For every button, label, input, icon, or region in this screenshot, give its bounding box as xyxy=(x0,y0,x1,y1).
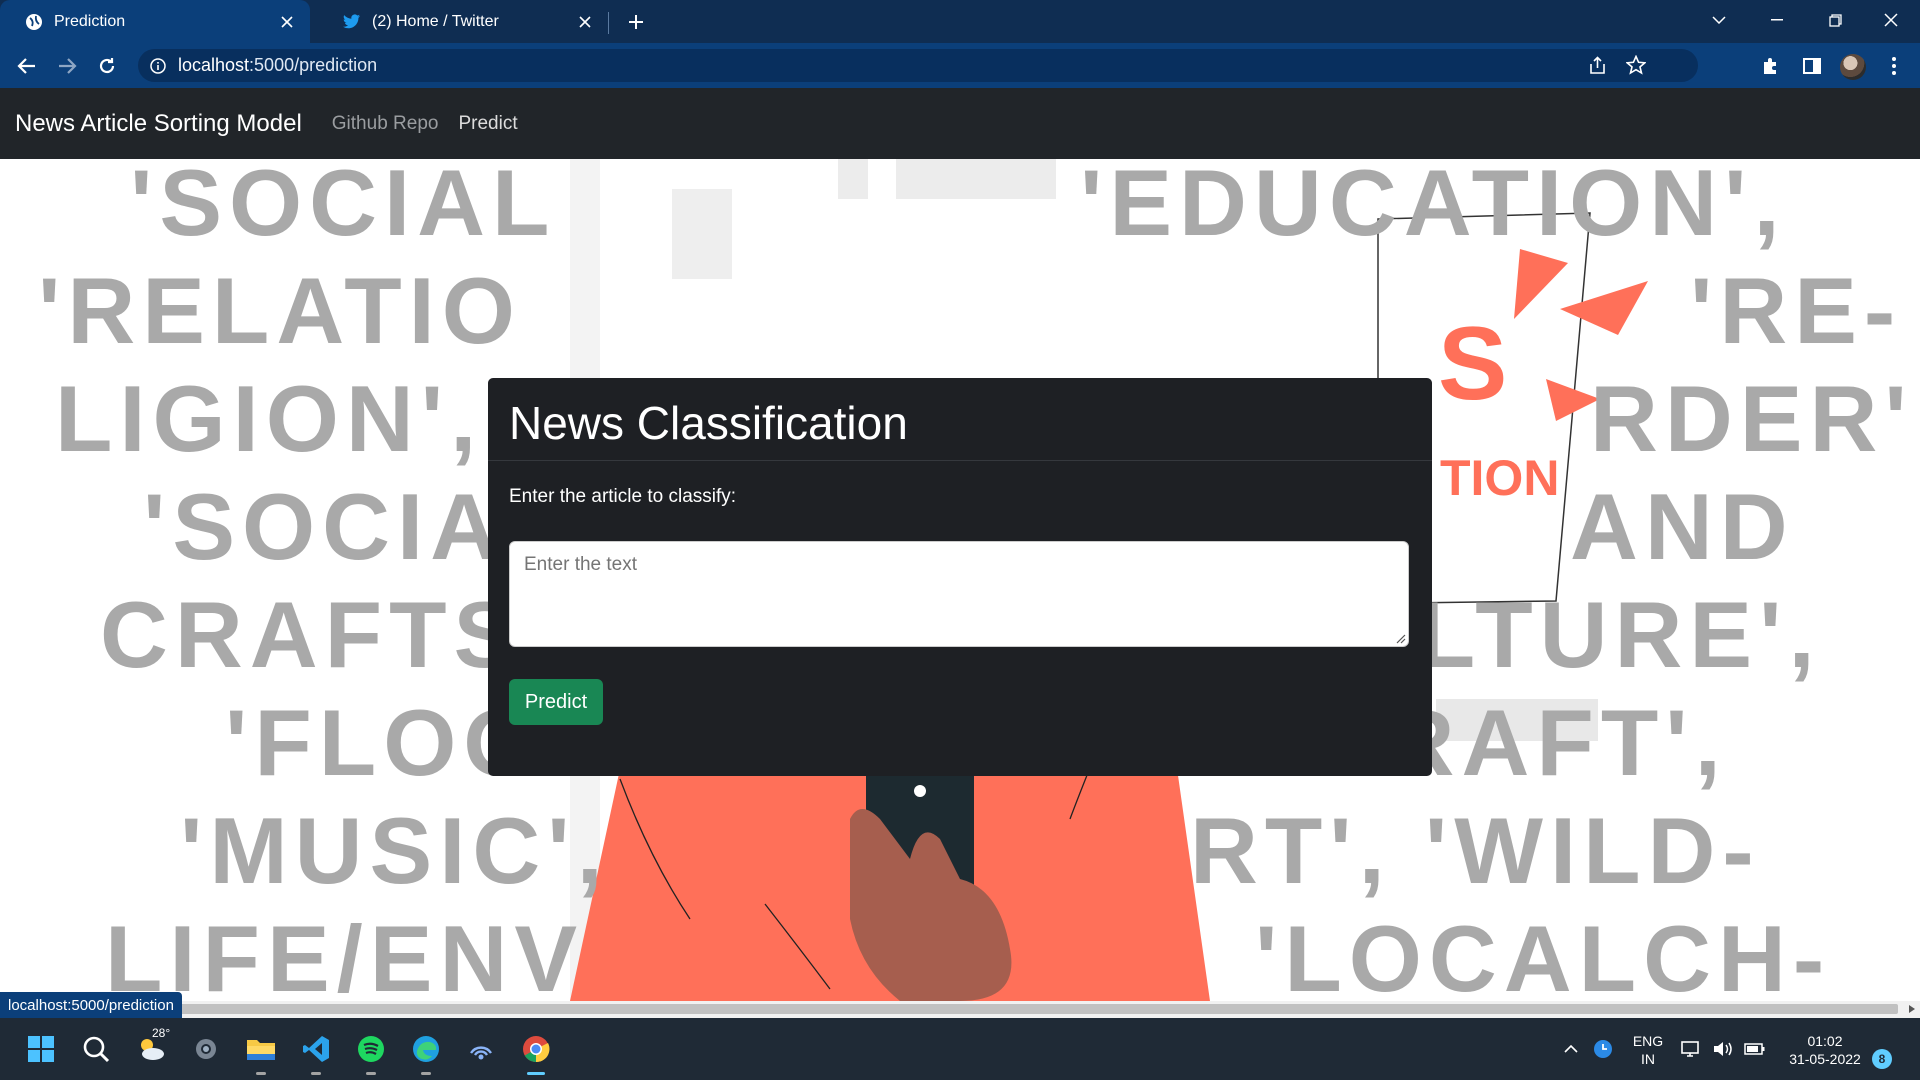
bg-word: 'MUSIC', xyxy=(180,798,610,903)
classification-card: News Classification Enter the article to… xyxy=(488,378,1432,776)
bg-word: 'RELATIO xyxy=(38,258,522,363)
bg-word: RT', 'WILD- xyxy=(1190,798,1761,903)
tab-title: (2) Home / Twitter xyxy=(372,12,499,30)
tab-prediction[interactable]: Prediction xyxy=(0,0,310,43)
extensions-puzzle-icon[interactable] xyxy=(1756,51,1786,81)
windows-taskbar: 28° ENG IN 01:02 31-05-2022 8 xyxy=(0,1018,1920,1080)
tab-search-chevron-icon[interactable] xyxy=(1690,0,1748,40)
article-input-label: Enter the article to classify: xyxy=(509,486,737,507)
browser-toolbar: localhost:5000/prediction xyxy=(0,43,1920,88)
bg-word: LIFE/ENV xyxy=(105,906,585,1001)
predict-button[interactable]: Predict xyxy=(509,679,603,725)
wireless-display-icon[interactable] xyxy=(463,1031,499,1067)
back-arrow-icon[interactable] xyxy=(12,51,42,81)
site-info-icon[interactable] xyxy=(148,56,168,76)
tab-twitter[interactable]: (2) Home / Twitter xyxy=(318,0,608,43)
illustration-news-text: TION xyxy=(1440,450,1560,506)
running-indicator xyxy=(366,1072,376,1075)
link-status-bubble: localhost:5000/prediction xyxy=(0,992,182,1018)
vscode-icon[interactable] xyxy=(298,1031,334,1067)
article-textarea[interactable] xyxy=(509,541,1409,647)
running-indicator xyxy=(421,1072,431,1075)
nav-link-predict[interactable]: Predict xyxy=(458,113,517,135)
volume-icon[interactable] xyxy=(1708,1031,1738,1067)
browser-tab-strip: Prediction (2) Home / Twitter xyxy=(0,0,1920,43)
share-icon[interactable] xyxy=(1588,56,1608,76)
illustration-news-text: S xyxy=(1438,306,1508,422)
running-indicator xyxy=(311,1072,321,1075)
forward-arrow-icon[interactable] xyxy=(52,51,82,81)
url-text[interactable]: localhost:5000/prediction xyxy=(178,55,377,76)
close-tab-icon[interactable] xyxy=(574,11,596,33)
battery-icon[interactable] xyxy=(1740,1031,1770,1067)
language-code: ENG xyxy=(1632,1033,1664,1049)
bg-word: RDER', xyxy=(1590,366,1920,471)
bg-word: 'LOCALCH- xyxy=(1255,906,1832,1001)
globe-icon xyxy=(24,12,44,32)
running-indicator xyxy=(256,1072,266,1075)
browser-menu-icon[interactable] xyxy=(1879,51,1909,81)
clock-time: 01:02 xyxy=(1807,1033,1843,1049)
url-path: :5000/prediction xyxy=(249,55,378,75)
file-explorer-icon[interactable] xyxy=(243,1031,279,1067)
spotify-icon[interactable] xyxy=(353,1031,389,1067)
scroll-right-arrow-icon[interactable] xyxy=(1908,1004,1916,1014)
minimize-icon[interactable] xyxy=(1748,0,1806,40)
tab-separator xyxy=(608,12,609,34)
notification-badge[interactable]: 8 xyxy=(1872,1049,1892,1069)
bg-word: 'EDUCATION', xyxy=(1080,159,1787,255)
bg-word: LIGION', xyxy=(55,366,484,471)
close-tab-icon[interactable] xyxy=(276,11,298,33)
language-indicator[interactable]: ENG IN xyxy=(1626,1032,1670,1068)
card-title: News Classification xyxy=(509,397,908,449)
weather-temperature: 28° xyxy=(152,1026,171,1040)
new-tab-icon[interactable] xyxy=(622,8,650,36)
bookmark-star-icon[interactable] xyxy=(1626,55,1646,75)
network-icon[interactable] xyxy=(1676,1031,1706,1067)
tab-title: Prediction xyxy=(54,12,126,30)
clock-app-icon[interactable] xyxy=(1588,1031,1618,1067)
restore-icon[interactable] xyxy=(1806,0,1864,40)
active-app-indicator xyxy=(527,1072,545,1075)
search-icon[interactable] xyxy=(78,1031,114,1067)
nav-link-github-repo[interactable]: Github Repo xyxy=(332,113,439,135)
site-navbar: News Article Sorting Model Github Repo P… xyxy=(0,88,1920,159)
address-bar[interactable]: localhost:5000/prediction xyxy=(138,49,1698,82)
reload-icon[interactable] xyxy=(92,51,122,81)
edge-icon[interactable] xyxy=(408,1031,444,1067)
bg-word: 'RE- xyxy=(1690,258,1903,363)
windows-start-icon[interactable] xyxy=(23,1031,59,1067)
horizontal-scrollbar[interactable] xyxy=(0,1001,1920,1018)
clock[interactable]: 01:02 31-05-2022 xyxy=(1780,1032,1870,1068)
side-panel-icon[interactable] xyxy=(1797,51,1827,81)
profile-avatar[interactable] xyxy=(1840,54,1866,80)
close-window-icon[interactable] xyxy=(1862,0,1920,40)
url-host: localhost xyxy=(178,55,250,75)
clock-date: 31-05-2022 xyxy=(1789,1051,1861,1067)
navbar-brand[interactable]: News Article Sorting Model xyxy=(15,110,302,138)
bg-word: 'SOCIAL xyxy=(130,159,557,255)
resize-handle-icon[interactable] xyxy=(1396,634,1406,644)
bg-word: 'SOCIA xyxy=(143,474,506,579)
bg-word: AND xyxy=(1570,474,1795,579)
region-code: IN xyxy=(1641,1051,1655,1067)
chrome-icon[interactable] xyxy=(518,1031,554,1067)
scrollbar-thumb[interactable] xyxy=(0,1004,1898,1014)
twitter-bird-icon xyxy=(342,12,362,32)
hero-background: 'SOCIAL 'EDUCATION', 'RELATIO 'RE- LIGIO… xyxy=(0,159,1920,1001)
bg-word: CRAFTS xyxy=(100,582,524,687)
card-divider xyxy=(488,460,1432,461)
show-hidden-icons-chevron[interactable] xyxy=(1556,1031,1586,1067)
settings-gear-icon[interactable] xyxy=(188,1031,224,1067)
